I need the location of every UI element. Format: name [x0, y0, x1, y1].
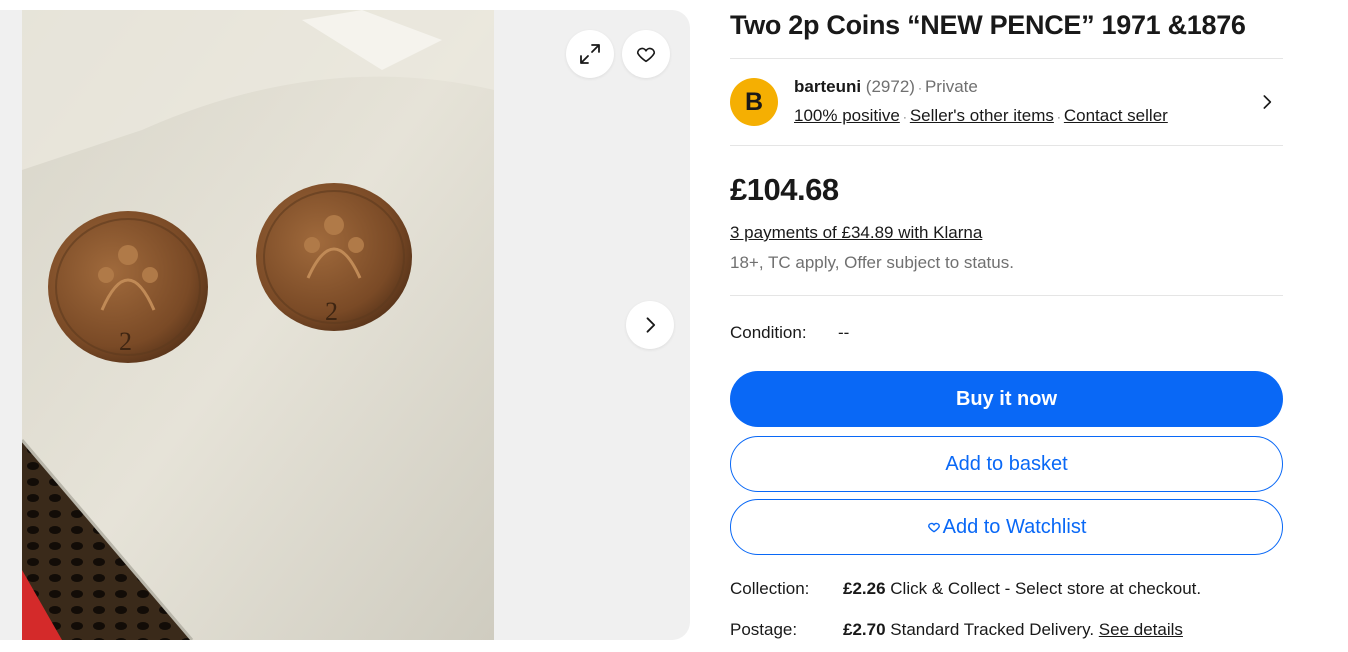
separator-dot: ·: [902, 110, 907, 124]
heart-icon: [636, 47, 656, 63]
contact-seller-link[interactable]: Contact seller: [1064, 106, 1168, 125]
separator-dot: ·: [917, 81, 922, 95]
image-gallery: 2 2: [0, 10, 690, 640]
seller-type: Private: [924, 77, 978, 96]
separator-dot: ·: [1056, 110, 1061, 124]
buy-it-now-button[interactable]: Buy it now: [730, 371, 1283, 427]
seller-feedback-count: (2972): [865, 77, 915, 96]
listing-title: Two 2p Coins “NEW PENCE” 1971 &1876: [730, 10, 1246, 40]
item-price: £104.68: [730, 172, 839, 207]
add-to-watchlist-button[interactable]: Add to Watchlist: [730, 499, 1283, 555]
collection-text: Click & Collect - Select store at checko…: [890, 579, 1202, 598]
see-details-link[interactable]: See details: [1099, 620, 1183, 639]
chevron-right-icon[interactable]: [1259, 94, 1275, 110]
buy-it-now-label: Buy it now: [955, 387, 1058, 410]
seller-card[interactable]: B barteuni (2972) · Private 100% positive ·…: [730, 72, 1283, 132]
postage-text: Standard Tracked Delivery.: [890, 620, 1095, 639]
condition-value: --: [838, 323, 850, 342]
postage-price: £2.70: [843, 620, 886, 639]
expand-icon: [580, 44, 600, 64]
klarna-link[interactable]: 3 payments of £34.89 with Klarna: [730, 223, 982, 243]
seller-name[interactable]: barteuni: [794, 77, 861, 96]
seller-feedback-link[interactable]: 100% positive: [794, 106, 900, 125]
watch-heart-button[interactable]: [622, 30, 670, 78]
seller-info: barteuni (2972) · Private: [794, 77, 978, 97]
collection-value: £2.26 Click & Collect - Select store at …: [843, 579, 1201, 599]
collection-price: £2.26: [843, 579, 886, 598]
divider: [730, 295, 1283, 296]
add-to-basket-label: Add to basket: [945, 452, 1068, 475]
add-to-watchlist-label: Add to Watchlist: [942, 515, 1087, 538]
expand-button[interactable]: [566, 30, 614, 78]
condition-label: Condition:: [730, 323, 807, 342]
collection-label: Collection:: [730, 579, 810, 598]
next-image-button[interactable]: [626, 301, 674, 349]
postage-label: Postage:: [730, 620, 798, 639]
divider: [730, 58, 1283, 59]
seller-other-items-link[interactable]: Seller's other items: [910, 106, 1054, 125]
heart-icon: [927, 522, 940, 533]
coins-photo-graphic: 2 2: [22, 10, 494, 640]
seller-avatar: B: [730, 78, 778, 126]
postage-value: £2.70 Standard Tracked Delivery. See det…: [843, 620, 1183, 640]
svg-text:2: 2: [119, 327, 132, 356]
listing-photo[interactable]: 2 2: [22, 10, 494, 640]
klarna-note: 18+, TC apply, Offer subject to status.: [730, 253, 1014, 272]
divider: [730, 145, 1283, 146]
svg-text:2: 2: [325, 297, 338, 326]
add-to-basket-button[interactable]: Add to basket: [730, 436, 1283, 492]
seller-links: 100% positive · Seller's other items · Conta…: [794, 106, 1168, 126]
chevron-right-icon: [646, 317, 656, 333]
